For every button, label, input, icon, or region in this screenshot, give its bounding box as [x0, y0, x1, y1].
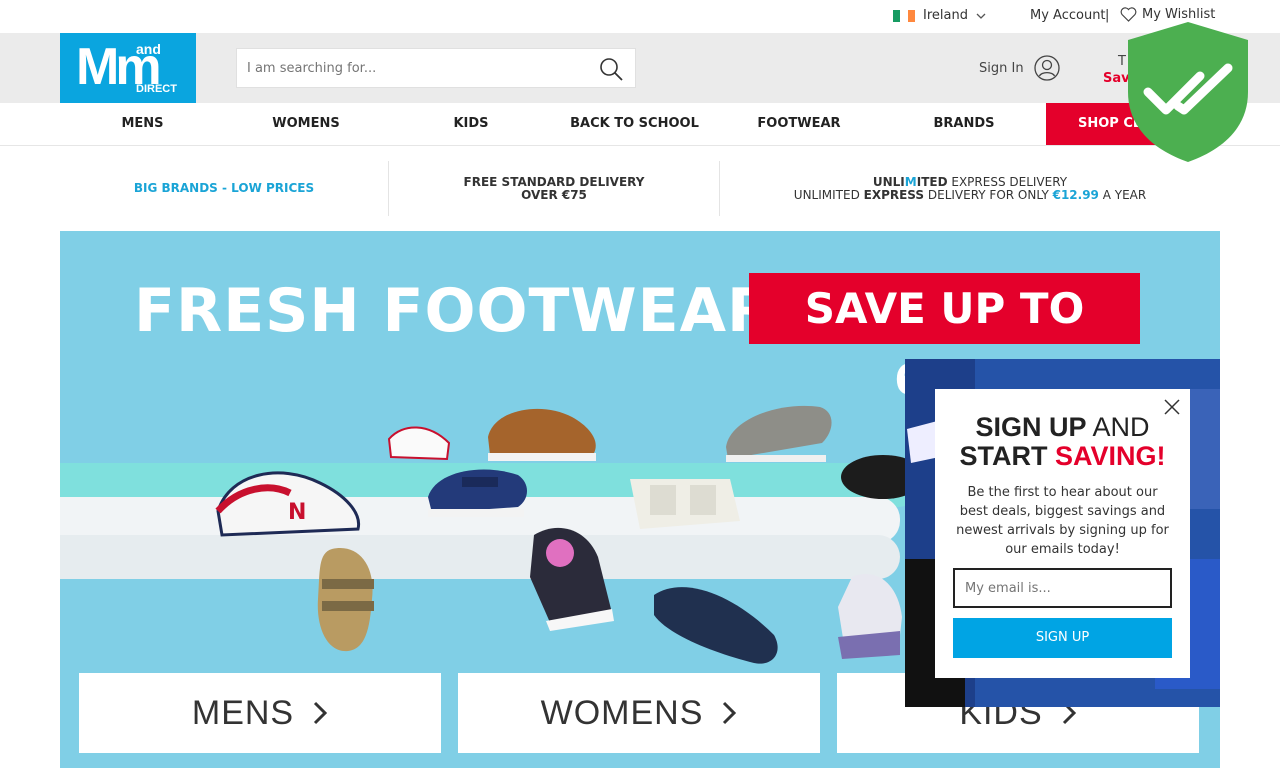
- nav-item-mens[interactable]: MENS: [60, 103, 225, 145]
- hero-save-badge: SAVE UP TO 65%: [749, 273, 1140, 404]
- sign-in-label: Sign In: [979, 60, 1024, 76]
- usp-l2-a: UNLIMITED: [793, 187, 864, 202]
- region-label: Ireland: [923, 8, 968, 23]
- hero-mens-button[interactable]: MENS: [79, 673, 441, 753]
- usp-l2-c: DELIVERY FOR ONLY: [924, 187, 1053, 202]
- usp-big-brands[interactable]: BIG BRANDS - LOW PRICES: [60, 161, 388, 216]
- usp-ited: ITED: [916, 174, 948, 189]
- chevron-right-icon: [314, 701, 328, 725]
- navy-flip-flop-image: [654, 587, 778, 664]
- display-tube-white-bottom: [60, 535, 900, 579]
- security-shield-icon: [1128, 22, 1248, 162]
- nav-item-brands[interactable]: BRANDS: [884, 103, 1044, 145]
- usp-m: M: [904, 174, 917, 189]
- ireland-flag-icon: [893, 9, 915, 22]
- popup-description: Be the first to hear about our best deal…: [956, 485, 1169, 557]
- pink-high-top-sneaker-image: [530, 527, 614, 631]
- chevron-right-icon: [723, 701, 737, 725]
- region-selector[interactable]: Ireland: [893, 8, 986, 23]
- usp-express-delivery: EXPRESS DELIVERY: [947, 174, 1068, 189]
- popup-title-signup: SIGN UP: [975, 412, 1087, 442]
- site-logo[interactable]: Mm and DIRECT: [60, 33, 196, 103]
- email-field[interactable]: [953, 568, 1172, 608]
- popup-title-and: AND: [1086, 412, 1150, 442]
- newsletter-popup: SIGN UP AND START SAVING! Be the first t…: [935, 389, 1190, 678]
- svg-text:N: N: [288, 500, 306, 525]
- usp-big-brands-label: BIG BRANDS - LOW PRICES: [133, 181, 315, 195]
- usp-unlimited-express[interactable]: UNLIMITED EXPRESS DELIVERY UNLIMITED EXP…: [720, 161, 1220, 216]
- usp-strip: BIG BRANDS - LOW PRICES FREE STANDARD DE…: [60, 161, 1220, 216]
- chevron-down-icon: [976, 13, 986, 19]
- user-icon: [1033, 55, 1060, 81]
- site-header: Mm and DIRECT Sign In T Savi: [0, 33, 1280, 103]
- popup-title: SIGN UP AND START SAVING!: [935, 413, 1190, 471]
- usp-free-delivery[interactable]: FREE STANDARD DELIVERY OVER €75: [388, 161, 720, 216]
- search-input[interactable]: [237, 49, 577, 87]
- usp-l2-d: A YEAR: [1098, 187, 1147, 202]
- logo-direct: DIRECT: [136, 83, 177, 95]
- nav-item-back-to-school[interactable]: BACK TO SCHOOL: [555, 103, 714, 145]
- nav-item-footwear[interactable]: FOOTWEAR: [714, 103, 884, 145]
- top-bar: Ireland My Account | My Wishlist: [0, 0, 1280, 33]
- velcro-kids-shoe-image: [428, 469, 527, 517]
- usp-l2-express: EXPRESS: [863, 187, 925, 202]
- hero-mens-label: MENS: [191, 693, 295, 732]
- nav-item-womens[interactable]: WOMENS: [225, 103, 387, 145]
- main-nav: MENS WOMENS KIDS BACK TO SCHOOL FOOTWEAR…: [0, 103, 1280, 146]
- usp-unli: UNLI: [872, 174, 905, 189]
- white-sandal-image: [630, 479, 740, 529]
- usp-l2-price: €12.99: [1052, 187, 1099, 202]
- hero-headline: FRESH FOOTWEAR: [134, 276, 775, 346]
- search-box: [236, 48, 636, 88]
- hero-womens-button[interactable]: WOMENS: [458, 673, 820, 753]
- brown-derby-shoe-image: [488, 408, 596, 461]
- sneaker-new-balance-image: N: [215, 471, 361, 537]
- usp-free-delivery-line1: FREE STANDARD DELIVERY: [463, 174, 645, 189]
- sign-in-button[interactable]: Sign In: [979, 55, 1060, 81]
- my-account-link[interactable]: My Account: [1030, 8, 1106, 23]
- usp-free-delivery-line2: OVER €75: [521, 187, 587, 202]
- usp-unlimited-line2: UNLIMITED EXPRESS DELIVERY FOR ONLY €12.…: [793, 187, 1147, 202]
- nav-item-kids[interactable]: KIDS: [387, 103, 555, 145]
- birkenstock-sandal-image: [317, 548, 374, 652]
- search-icon[interactable]: [599, 57, 623, 81]
- popup-title-saving: SAVING!: [1054, 441, 1166, 471]
- sign-up-button[interactable]: SIGN UP: [953, 618, 1172, 658]
- logo-and: and: [136, 41, 161, 57]
- popup-title-start: START: [959, 441, 1055, 471]
- purple-sneaker-image: [838, 574, 902, 659]
- separator: |: [1105, 8, 1110, 23]
- hero-womens-label: WOMENS: [540, 693, 704, 732]
